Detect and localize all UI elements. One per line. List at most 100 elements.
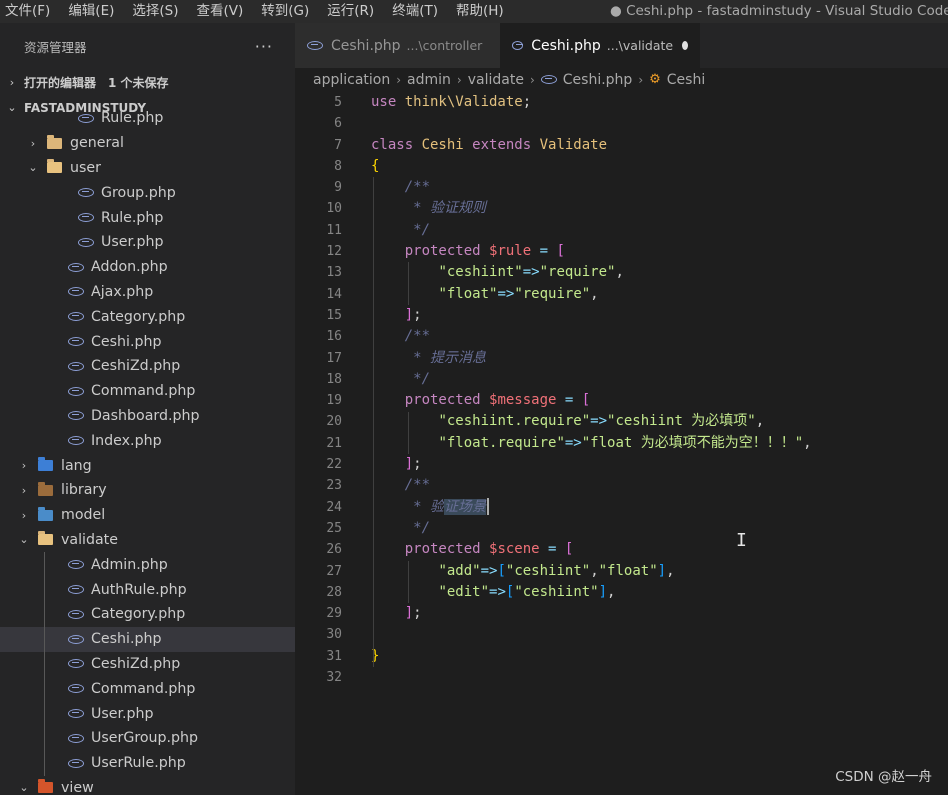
code-line: 13 "ceshiint"=>"require", <box>295 262 948 283</box>
code-token: , <box>607 583 616 600</box>
code-token: class <box>371 136 422 153</box>
code-token: = <box>564 392 582 409</box>
tab-ceshi-validate[interactable]: Ceshi.php ...\validate <box>500 23 700 68</box>
php-file-icon <box>68 411 84 421</box>
tab-ceshi-controller[interactable]: Ceshi.php ...\controller <box>295 23 500 68</box>
tree-folder[interactable]: › library <box>0 478 295 503</box>
more-actions-icon[interactable]: ··· <box>255 37 273 56</box>
code-line: 21 "float.require"=>"float 为必填项不能为空！！！", <box>295 433 948 454</box>
line-number: 23 <box>326 478 342 494</box>
code-line: 26 protected $scene = [ <box>295 539 948 560</box>
menu-item[interactable]: 文件(F) <box>0 0 59 23</box>
menu-item[interactable]: 编辑(E) <box>59 0 123 23</box>
menu-item[interactable]: 终端(T) <box>383 0 447 23</box>
tree-file[interactable]: Dashboard.php <box>0 404 295 429</box>
line-content <box>342 624 371 645</box>
menu-item[interactable]: 转到(G) <box>252 0 318 23</box>
code-line: 28 "edit"=>["ceshiint"], <box>295 582 948 603</box>
tree-folder[interactable]: › model <box>0 503 295 528</box>
line-number: 13 <box>326 265 342 281</box>
code-token: "require" <box>514 285 591 302</box>
tree-folder[interactable]: ⌄ view <box>0 776 295 795</box>
line-content: "ceshiint.require"=>"ceshiint 为必填项", <box>342 411 764 432</box>
code-line: 30 <box>295 624 948 645</box>
breadcrumb-item[interactable]: validate <box>468 72 524 88</box>
chevron-right-icon: › <box>21 508 27 522</box>
line-content: protected $scene = [ <box>342 539 574 560</box>
code-token: * 验证规则 <box>413 200 487 217</box>
caret <box>487 498 490 516</box>
line-content: "float.require"=>"float 为必填项不能为空！！！", <box>342 433 811 454</box>
code-token: , <box>615 264 624 281</box>
tree-file[interactable]: Addon.php <box>0 255 295 280</box>
line-content: "float"=>"require", <box>342 284 599 305</box>
code-token: "edit" <box>438 583 490 600</box>
line-content: class Ceshi extends Validate <box>342 135 607 156</box>
code-line: 27 "add"=>["ceshiint","float"], <box>295 561 948 582</box>
menu-item[interactable]: 选择(S) <box>123 0 187 23</box>
tree-file[interactable]: Ceshi.php <box>0 329 295 354</box>
tree-file[interactable]: CeshiZd.php <box>0 354 295 379</box>
chevron-right-icon: › <box>30 136 36 150</box>
tree-item-label: Dashboard.php <box>91 407 200 424</box>
php-file-icon <box>68 361 84 371</box>
code-line: 18 */ <box>295 369 948 390</box>
tree-folder[interactable]: ⌄ validate <box>0 528 295 553</box>
class-symbol-icon: ⚙ <box>649 72 661 87</box>
folder-icon <box>47 134 62 149</box>
tree-item-label: Rule.php <box>101 209 164 226</box>
line-number: 8 <box>334 158 342 174</box>
breadcrumb-item[interactable]: admin <box>407 72 451 88</box>
tree-file[interactable]: Rule.php <box>0 205 295 230</box>
tree-file[interactable]: Rule.php <box>0 106 295 131</box>
line-number: 17 <box>326 350 342 366</box>
php-file-icon <box>68 609 84 619</box>
tree-item-label: AuthRule.php <box>91 581 187 598</box>
line-content: ]; <box>342 454 422 475</box>
code-token: */ <box>413 370 431 387</box>
code-token: [ <box>497 562 506 579</box>
tree-item-label: User.php <box>91 705 154 722</box>
php-file-icon <box>68 312 84 322</box>
tree-file[interactable]: Ajax.php <box>0 280 295 305</box>
line-content <box>342 113 371 134</box>
code-token: ] <box>404 605 414 622</box>
tree-file[interactable]: Index.php <box>0 428 295 453</box>
code-token: => <box>480 562 498 579</box>
code-token: "ceshiint.require" <box>438 413 591 430</box>
tree-file[interactable]: Command.php <box>0 379 295 404</box>
unsaved-dot-icon[interactable] <box>682 41 688 50</box>
code-editor[interactable]: 5 use think\Validate; 6 7 class Ceshi extend… <box>295 92 948 688</box>
tree-folder[interactable]: ⌄ user <box>0 156 295 181</box>
code-token: , <box>666 562 675 579</box>
tree-folder[interactable]: › general <box>0 131 295 156</box>
tree-file[interactable]: Category.php <box>0 304 295 329</box>
tree-folder[interactable]: › lang <box>0 453 295 478</box>
line-number: 19 <box>326 393 342 409</box>
open-editors-section[interactable]: › 打开的编辑器 1 个未保存 <box>0 70 295 95</box>
code-token: think\Validate <box>404 94 523 110</box>
code-token: /** <box>404 179 431 196</box>
breadcrumb-item[interactable]: application <box>313 72 390 88</box>
code-token: protected <box>404 541 490 558</box>
tree-file[interactable]: Group.php <box>0 180 295 205</box>
menu-item[interactable]: 查看(V) <box>188 0 253 23</box>
chevron-right-icon: › <box>396 72 402 87</box>
line-content: */ <box>342 518 430 539</box>
menu-item[interactable]: 帮助(H) <box>447 0 513 23</box>
code-token: */ <box>413 221 431 238</box>
tab-description: ...\controller <box>406 38 483 53</box>
line-content: /** <box>342 177 430 198</box>
breadcrumb-item[interactable]: Ceshi.php <box>563 72 633 88</box>
tree-item-label: Category.php <box>91 308 186 325</box>
code-line: 11 */ <box>295 220 948 241</box>
tree-file[interactable]: User.php <box>0 230 295 255</box>
line-number: 6 <box>334 116 342 132</box>
menu-item[interactable]: 运行(R) <box>318 0 383 23</box>
code-token: , <box>590 285 599 302</box>
breadcrumb-item[interactable]: Ceshi <box>667 72 705 88</box>
